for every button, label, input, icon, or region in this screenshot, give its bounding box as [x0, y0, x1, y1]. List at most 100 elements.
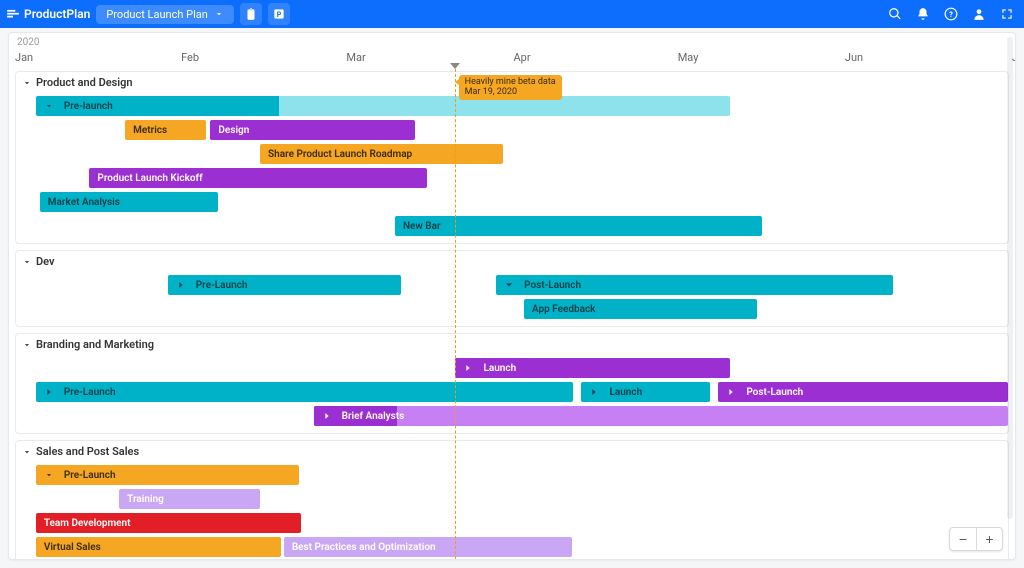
- callout-date: Mar 19, 2020: [465, 87, 556, 97]
- plan-selector[interactable]: Product Launch Plan: [96, 5, 233, 24]
- timeline-bar[interactable]: Metrics: [125, 120, 206, 140]
- month-label: Jun: [845, 51, 863, 64]
- parking-button[interactable]: P: [268, 3, 290, 25]
- zoom-out-button[interactable]: −: [950, 528, 976, 550]
- bar-label: App Feedback: [532, 304, 596, 315]
- timeline-bar[interactable]: Market Analysis: [40, 192, 219, 212]
- brand-label: ProductPlan: [24, 7, 90, 21]
- lane-row: New Bar: [16, 215, 1008, 237]
- lane-row: App Feedback: [16, 298, 1008, 320]
- zoom-controls: − +: [949, 527, 1003, 551]
- timeline-bar[interactable]: Post-Launch: [496, 275, 893, 295]
- timeline-bar[interactable]: Pre-Launch: [36, 465, 299, 485]
- timeline-bar[interactable]: Share Product Launch Roadmap: [260, 144, 503, 164]
- lane-row: Brief Analysts: [16, 405, 1008, 427]
- notifications-button[interactable]: [912, 3, 934, 25]
- lane-row: Product Launch Kickoff: [16, 167, 1008, 189]
- lane-row: Team Development: [16, 512, 1008, 534]
- timeline-bar[interactable]: New Bar: [395, 216, 762, 236]
- timeline-bar[interactable]: App Feedback: [524, 299, 757, 319]
- scrollbar[interactable]: [1007, 37, 1013, 519]
- timeline-bar[interactable]: Brief Analysts: [314, 406, 1008, 426]
- svg-text:?: ?: [949, 10, 953, 19]
- timeline-bar[interactable]: Launch: [455, 358, 730, 378]
- bar-label: Training: [127, 494, 164, 505]
- bar-label: Launch: [483, 363, 516, 374]
- timeline-bar[interactable]: Design: [210, 120, 414, 140]
- timeline-bar[interactable]: Post-Launch: [718, 382, 1008, 402]
- bar-label: Launch: [609, 387, 642, 398]
- month-label: May: [678, 51, 699, 64]
- help-button[interactable]: ?: [940, 3, 962, 25]
- lane-row: Market Analysis: [16, 191, 1008, 213]
- account-button[interactable]: [968, 3, 990, 25]
- bar-label: Metrics: [133, 125, 167, 136]
- plan-name: Product Launch Plan: [106, 8, 207, 21]
- lane-body: Pre-launch Metrics Design Share Product Lau…: [16, 95, 1008, 243]
- user-icon: [972, 7, 986, 21]
- lane-body: Launch Pre-Launch Launch Post-Launch Brief A…: [16, 357, 1008, 433]
- lane-header[interactable]: Sales and Post Sales: [16, 441, 1008, 462]
- timeline-bar[interactable]: Pre-launch: [36, 96, 730, 116]
- bar-label: Pre-Launch: [64, 387, 116, 398]
- timeline-bar[interactable]: Pre-Launch: [36, 382, 574, 402]
- bar-label: New Bar: [403, 221, 441, 232]
- svg-text:P: P: [277, 11, 282, 19]
- bar-label: Pre-Launch: [196, 280, 248, 291]
- month-label: Mar: [346, 51, 365, 64]
- lane: Dev Pre-Launch Post-Launch App Feedback: [15, 250, 1009, 327]
- timeline-bar[interactable]: Best Practices and Optimization: [284, 537, 572, 557]
- lanes-container: Product and Design Pre-launch Metrics Desig…: [9, 69, 1015, 559]
- lane-title: Dev: [36, 255, 55, 268]
- help-icon: ?: [944, 7, 958, 21]
- chevron-down-icon: [214, 9, 224, 19]
- clipboard-icon: [244, 7, 258, 21]
- bar-label: Design: [218, 125, 249, 136]
- timeline-bar[interactable]: Virtual Sales: [36, 537, 281, 557]
- timeline-bar[interactable]: Training: [119, 489, 260, 509]
- bar-label: Post-Launch: [746, 387, 803, 398]
- brand[interactable]: ProductPlan: [6, 7, 90, 21]
- bar-label: Share Product Launch Roadmap: [268, 149, 412, 160]
- timeline-bar[interactable]: Launch: [581, 382, 710, 402]
- timeline-bar[interactable]: Team Development: [36, 513, 301, 533]
- lane-row: Pre-Launch Post-Launch: [16, 274, 1008, 296]
- bar-label: Market Analysis: [48, 197, 120, 208]
- lane-row: Pre-Launch: [16, 464, 1008, 486]
- month-label: Jan: [15, 51, 33, 64]
- expand-icon: [1000, 7, 1014, 21]
- zoom-in-button[interactable]: +: [976, 528, 1002, 550]
- timeline-bar[interactable]: Pre-Launch: [168, 275, 401, 295]
- lane-row: Training: [16, 488, 1008, 510]
- lane-row: Metrics Design: [16, 119, 1008, 141]
- timeline-bar[interactable]: Product Launch Kickoff: [89, 168, 426, 188]
- bar-label: Pre-launch: [64, 101, 113, 112]
- lane-body: Pre-Launch Training Team Development Virtua…: [16, 464, 1008, 559]
- today-marker-handle[interactable]: [450, 63, 460, 69]
- bell-icon: [916, 7, 930, 21]
- bar-label: Product Launch Kickoff: [97, 173, 202, 184]
- lane-row: Launch: [16, 357, 1008, 379]
- lane-header[interactable]: Dev: [16, 251, 1008, 272]
- bar-label: Best Practices and Optimization: [292, 542, 436, 553]
- month-label: Feb: [181, 51, 199, 64]
- search-icon: [888, 7, 902, 21]
- bar-label: Team Development: [44, 518, 131, 529]
- search-button[interactable]: [884, 3, 906, 25]
- lane-body: Pre-Launch Post-Launch App Feedback: [16, 274, 1008, 326]
- fullscreen-button[interactable]: [996, 3, 1018, 25]
- year-label: 2020: [17, 37, 39, 48]
- today-callout[interactable]: Heavily mine beta data Mar 19, 2020: [459, 75, 562, 100]
- month-label: Apr: [514, 51, 531, 64]
- bar-label: Post-Launch: [524, 280, 581, 291]
- lane-title: Product and Design: [36, 76, 133, 89]
- bar-label: Brief Analysts: [342, 411, 405, 422]
- top-bar: ProductPlan Product Launch Plan P ?: [0, 0, 1024, 28]
- lane-row: Pre-Launch Launch Post-Launch: [16, 381, 1008, 403]
- lane-row: Share Product Launch Roadmap: [16, 143, 1008, 165]
- lane-title: Branding and Marketing: [36, 338, 154, 351]
- bar-label: Pre-Launch: [64, 470, 116, 481]
- clipboard-button[interactable]: [240, 3, 262, 25]
- lane-header[interactable]: Branding and Marketing: [16, 334, 1008, 355]
- lane-row: Virtual Sales Best Practices and Optimiza…: [16, 536, 1008, 558]
